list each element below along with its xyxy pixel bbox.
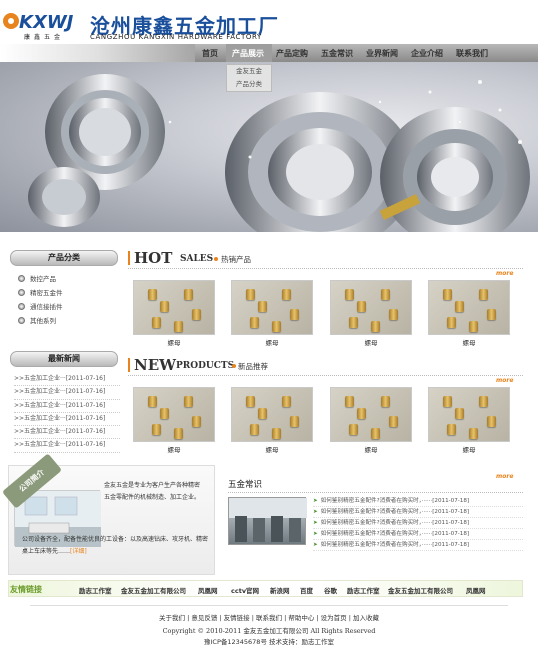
news-item[interactable]: >>五金加工企业···[2011-07-16] — [14, 413, 120, 427]
category-list: 数控产品 精密五金件 通信接插件 其他系列 — [18, 271, 63, 327]
nav-knowledge[interactable]: 五金常识 — [321, 48, 353, 59]
nav-industry-news[interactable]: 业界新闻 — [366, 48, 398, 59]
product-name: 螺母 — [462, 339, 476, 347]
factory-photo — [228, 497, 307, 545]
product-name: 螺母 — [167, 339, 181, 347]
hot-more-link[interactable]: more — [496, 270, 513, 277]
knowledge-item[interactable]: ➤ 如何鉴别精密五金配件?消费者在购买时，······[2011-07-18] — [313, 540, 523, 551]
product-name: 螺母 — [462, 446, 476, 454]
category-item[interactable]: 精密五金件 — [18, 285, 63, 299]
friend-link[interactable]: cctv官网 — [231, 585, 259, 595]
knowledge-heading: 五金常识 — [228, 480, 263, 490]
product-photo — [133, 280, 215, 335]
news-item[interactable]: >>五金加工企业···[2011-07-16] — [14, 373, 120, 387]
arrow-icon: ➤ — [313, 531, 318, 537]
news-heading: 最新新闻 — [10, 351, 118, 367]
friend-link[interactable]: 金友五金加工有限公司 — [121, 585, 186, 595]
logo-icon[interactable]: KXWJ — [2, 10, 86, 32]
friend-link[interactable]: 凤凰网 — [466, 585, 486, 595]
friend-links-label: 友情链接 — [10, 585, 42, 594]
product-card[interactable]: 螺母 — [231, 387, 313, 454]
new-more-link[interactable]: more — [496, 377, 513, 384]
product-card[interactable]: 螺母 — [330, 280, 412, 347]
dropdown-item-category[interactable]: 产品分类 — [227, 78, 271, 91]
product-photo — [330, 387, 412, 442]
news-item[interactable]: >>五金加工企业···[2011-07-16] — [14, 426, 120, 440]
friend-link[interactable]: 新浪网 — [270, 585, 290, 595]
friend-link[interactable]: 谷歌 — [324, 585, 337, 595]
nav-contact[interactable]: 联系我们 — [456, 48, 488, 59]
bullet-icon — [18, 302, 25, 310]
friend-link[interactable]: 励志工作室 — [347, 585, 380, 595]
site-header: KXWJ 康鑫五金 沧州康鑫五金加工厂 CANGZHOU KANGXIN HAR… — [0, 0, 538, 45]
knowledge-item[interactable]: ➤ 如何鉴别精密五金配件?消费者在购买时，······[2011-07-18] — [313, 496, 523, 507]
product-photo — [133, 387, 215, 442]
footer-icp: 豫ICP备12345678号 技术支持：励志工作室 — [203, 638, 335, 646]
category-item[interactable]: 通信接插件 — [18, 299, 63, 313]
footer-nav[interactable]: 关于我们 | 意见反馈 | 友情链接 | 联系我们 | 帮助中心 | 设为首页 … — [0, 612, 538, 622]
about-detail-link[interactable]: [详细] — [70, 548, 87, 555]
bullet-icon — [18, 316, 25, 324]
news-item[interactable]: >>五金加工企业···[2011-07-16] — [14, 386, 120, 400]
nav-products[interactable]: 产品展示 — [232, 48, 264, 59]
news-item[interactable]: >>五金加工企业···[2011-07-16] — [14, 439, 120, 453]
product-card[interactable]: 螺母 — [231, 280, 313, 347]
friend-link[interactable]: 金友五金加工有限公司 — [388, 585, 453, 595]
bullet-icon — [18, 274, 25, 282]
arrow-icon: ➤ — [313, 509, 318, 515]
product-card[interactable]: 螺母 — [428, 387, 510, 454]
nav-home[interactable]: 首页 — [202, 48, 218, 59]
product-card[interactable]: 螺母 — [133, 280, 215, 347]
arrow-icon: ➤ — [313, 498, 318, 504]
product-name: 螺母 — [364, 446, 378, 454]
products-dropdown: 金友五金 产品分类 — [226, 64, 272, 92]
category-item[interactable]: 数控产品 — [18, 271, 63, 285]
category-item[interactable]: 其他系列 — [18, 313, 63, 327]
product-photo — [428, 280, 510, 335]
company-title-en: CANGZHOU KANGXIN HARDWARE FACTORY — [90, 33, 262, 41]
new-products-heading: NEW PRODUCTS 新品推荐 — [128, 356, 523, 376]
friend-link[interactable]: 凤凰网 — [198, 585, 218, 595]
knowledge-item[interactable]: ➤ 如何鉴别精密五金配件?消费者在购买时，······[2011-07-18] — [313, 507, 523, 518]
knowledge-more-link[interactable]: more — [496, 473, 513, 480]
factory-photo-icon — [229, 498, 307, 542]
product-card[interactable]: 螺母 — [133, 387, 215, 454]
logo-subtitle: 康鑫五金 — [24, 34, 65, 41]
product-name: 螺母 — [364, 339, 378, 347]
product-photo — [231, 387, 313, 442]
friend-link[interactable]: 百度 — [300, 585, 313, 595]
news-list: >>五金加工企业···[2011-07-16] >>五金加工企业···[2011… — [14, 373, 120, 453]
news-item[interactable]: >>五金加工企业···[2011-07-16] — [14, 400, 120, 413]
knowledge-item[interactable]: ➤ 如何鉴别精密五金配件?消费者在购买时，······[2011-07-18] — [313, 518, 523, 529]
nav-order[interactable]: 产品定购 — [276, 48, 308, 59]
footer-copyright: Copyright © 2010-2011 金友五金加工有限公司 All Rig… — [162, 627, 376, 635]
product-name: 螺母 — [265, 339, 279, 347]
knowledge-list: ➤ 如何鉴别精密五金配件?消费者在购买时，······[2011-07-18] ➤… — [313, 496, 523, 551]
nav-about[interactable]: 企业介绍 — [411, 48, 443, 59]
product-card[interactable]: 螺母 — [428, 280, 510, 347]
product-photo — [231, 280, 313, 335]
product-name: 螺母 — [167, 446, 181, 454]
category-heading: 产品分类 — [10, 250, 118, 266]
bullet-icon — [18, 288, 25, 296]
hot-sales-heading: HOT SALES 热销产品 — [128, 249, 523, 269]
product-card[interactable]: 螺母 — [330, 387, 412, 454]
main-nav: 首页 产品展示 产品定购 五金常识 业界新闻 企业介绍 联系我们 — [0, 44, 538, 62]
product-name: 螺母 — [265, 446, 279, 454]
svg-text:KXWJ: KXWJ — [19, 12, 74, 32]
dropdown-item-jinyou[interactable]: 金友五金 — [227, 65, 271, 78]
arrow-icon: ➤ — [313, 542, 318, 548]
about-text: 金友五金是专业为客户生产各种精密五金零配件的机械制造、加工企业。 — [104, 482, 201, 501]
about-text-2: 公司设备齐全，配备性能优良的工设备：以及高速钻床、攻牙机、精密桌上车床等先……[… — [22, 536, 209, 555]
product-photo — [428, 387, 510, 442]
arrow-icon: ➤ — [313, 520, 318, 526]
friend-link[interactable]: 励志工作室 — [79, 585, 112, 595]
product-photo — [330, 280, 412, 335]
knowledge-item[interactable]: ➤ 如何鉴别精密五金配件?消费者在购买时，······[2011-07-18] — [313, 529, 523, 540]
